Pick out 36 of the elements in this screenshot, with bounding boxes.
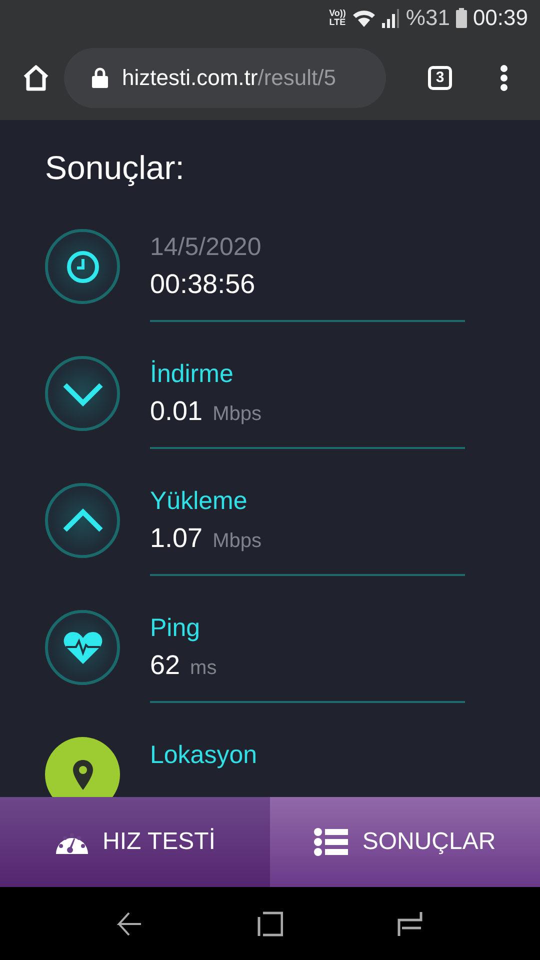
list-icon [314,828,348,856]
signal-icon [382,8,400,28]
wifi-icon [352,8,376,28]
result-value: 1.07 [150,522,203,555]
heartbeat-icon [62,630,102,664]
result-unit: ms [190,657,217,680]
battery-icon [456,8,467,28]
result-value: 00:38:56 [150,268,256,301]
chevron-up-icon [60,508,104,534]
result-label: Lokasyon [150,740,258,771]
battery-percent: %31 [406,4,450,30]
clock-time: 00:39 [472,4,528,30]
more-icon[interactable] [500,64,508,90]
lock-icon [92,67,108,88]
nav-tab[interactable]: SONUÇLAR [270,797,540,887]
map-pin-icon [72,758,94,790]
home-icon[interactable] [22,64,50,90]
result-label: İndirme [150,359,234,390]
volte-label: Vo)) [329,8,346,18]
result-date: 14/5/2020 [150,232,262,263]
result-label: Ping [150,613,202,644]
nav-tab[interactable]: HIZ TESTİ [0,797,270,887]
result-value: 62 [150,649,180,682]
lte-label: LTE [329,18,346,26]
result-unit: Mbps [212,403,262,426]
results-heading: Sonuçlar: [45,148,186,188]
address-bar[interactable]: hiztesti.com.tr/result/5 [64,48,386,108]
url-text: hiztesti.com.tr/result/5 [122,64,336,90]
result-value: 0.01 [150,395,203,428]
clock-icon [66,250,100,284]
chevron-down-icon [60,380,104,406]
recents-icon[interactable] [397,910,423,936]
back-icon[interactable] [117,910,143,936]
tab-count-button[interactable]: 3 [428,66,452,90]
result-label: Yükleme [150,486,248,517]
result-unit: Mbps [212,530,262,553]
